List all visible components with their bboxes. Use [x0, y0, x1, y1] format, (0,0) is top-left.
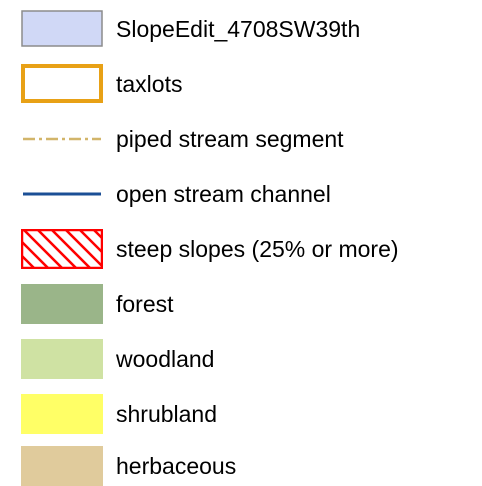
legend-label-shrubland: shrubland: [116, 401, 218, 427]
forest-swatch: [21, 284, 103, 324]
shrubland-swatch: [21, 394, 103, 434]
legend-label-steep-slopes: steep slopes (25% or more): [116, 236, 399, 262]
herbaceous-swatch: [21, 446, 103, 486]
woodland-swatch: [21, 339, 103, 379]
legend-label-forest: forest: [116, 291, 174, 317]
legend-item-herbaceous: herbaceous: [0, 446, 482, 486]
slopeedit-swatch: [21, 9, 103, 49]
legend-label-slopeedit: SlopeEdit_4708SW39th: [116, 16, 361, 42]
legend-label-taxlots: taxlots: [116, 71, 183, 97]
legend-item-shrubland: shrubland: [0, 394, 482, 434]
piped-stream-swatch: [21, 119, 103, 159]
legend-label-open-stream: open stream channel: [116, 181, 331, 207]
map-legend: SlopeEdit_4708SW39th taxlots piped strea…: [0, 0, 482, 486]
legend-item-woodland: woodland: [0, 339, 482, 379]
taxlots-swatch: [21, 64, 103, 104]
legend-item-steep-slopes: steep slopes (25% or more): [0, 229, 482, 269]
legend-item-piped-stream: piped stream segment: [0, 119, 482, 159]
legend-label-woodland: woodland: [116, 346, 215, 372]
open-stream-swatch: [21, 174, 103, 214]
legend-label-herbaceous: herbaceous: [116, 453, 237, 479]
steep-slopes-swatch: [21, 229, 103, 269]
legend-item-slopeedit: SlopeEdit_4708SW39th: [0, 9, 482, 49]
legend-item-taxlots: taxlots: [0, 64, 482, 104]
legend-item-forest: forest: [0, 284, 482, 324]
legend-item-open-stream: open stream channel: [0, 174, 482, 214]
legend-label-piped-stream: piped stream segment: [116, 126, 344, 152]
